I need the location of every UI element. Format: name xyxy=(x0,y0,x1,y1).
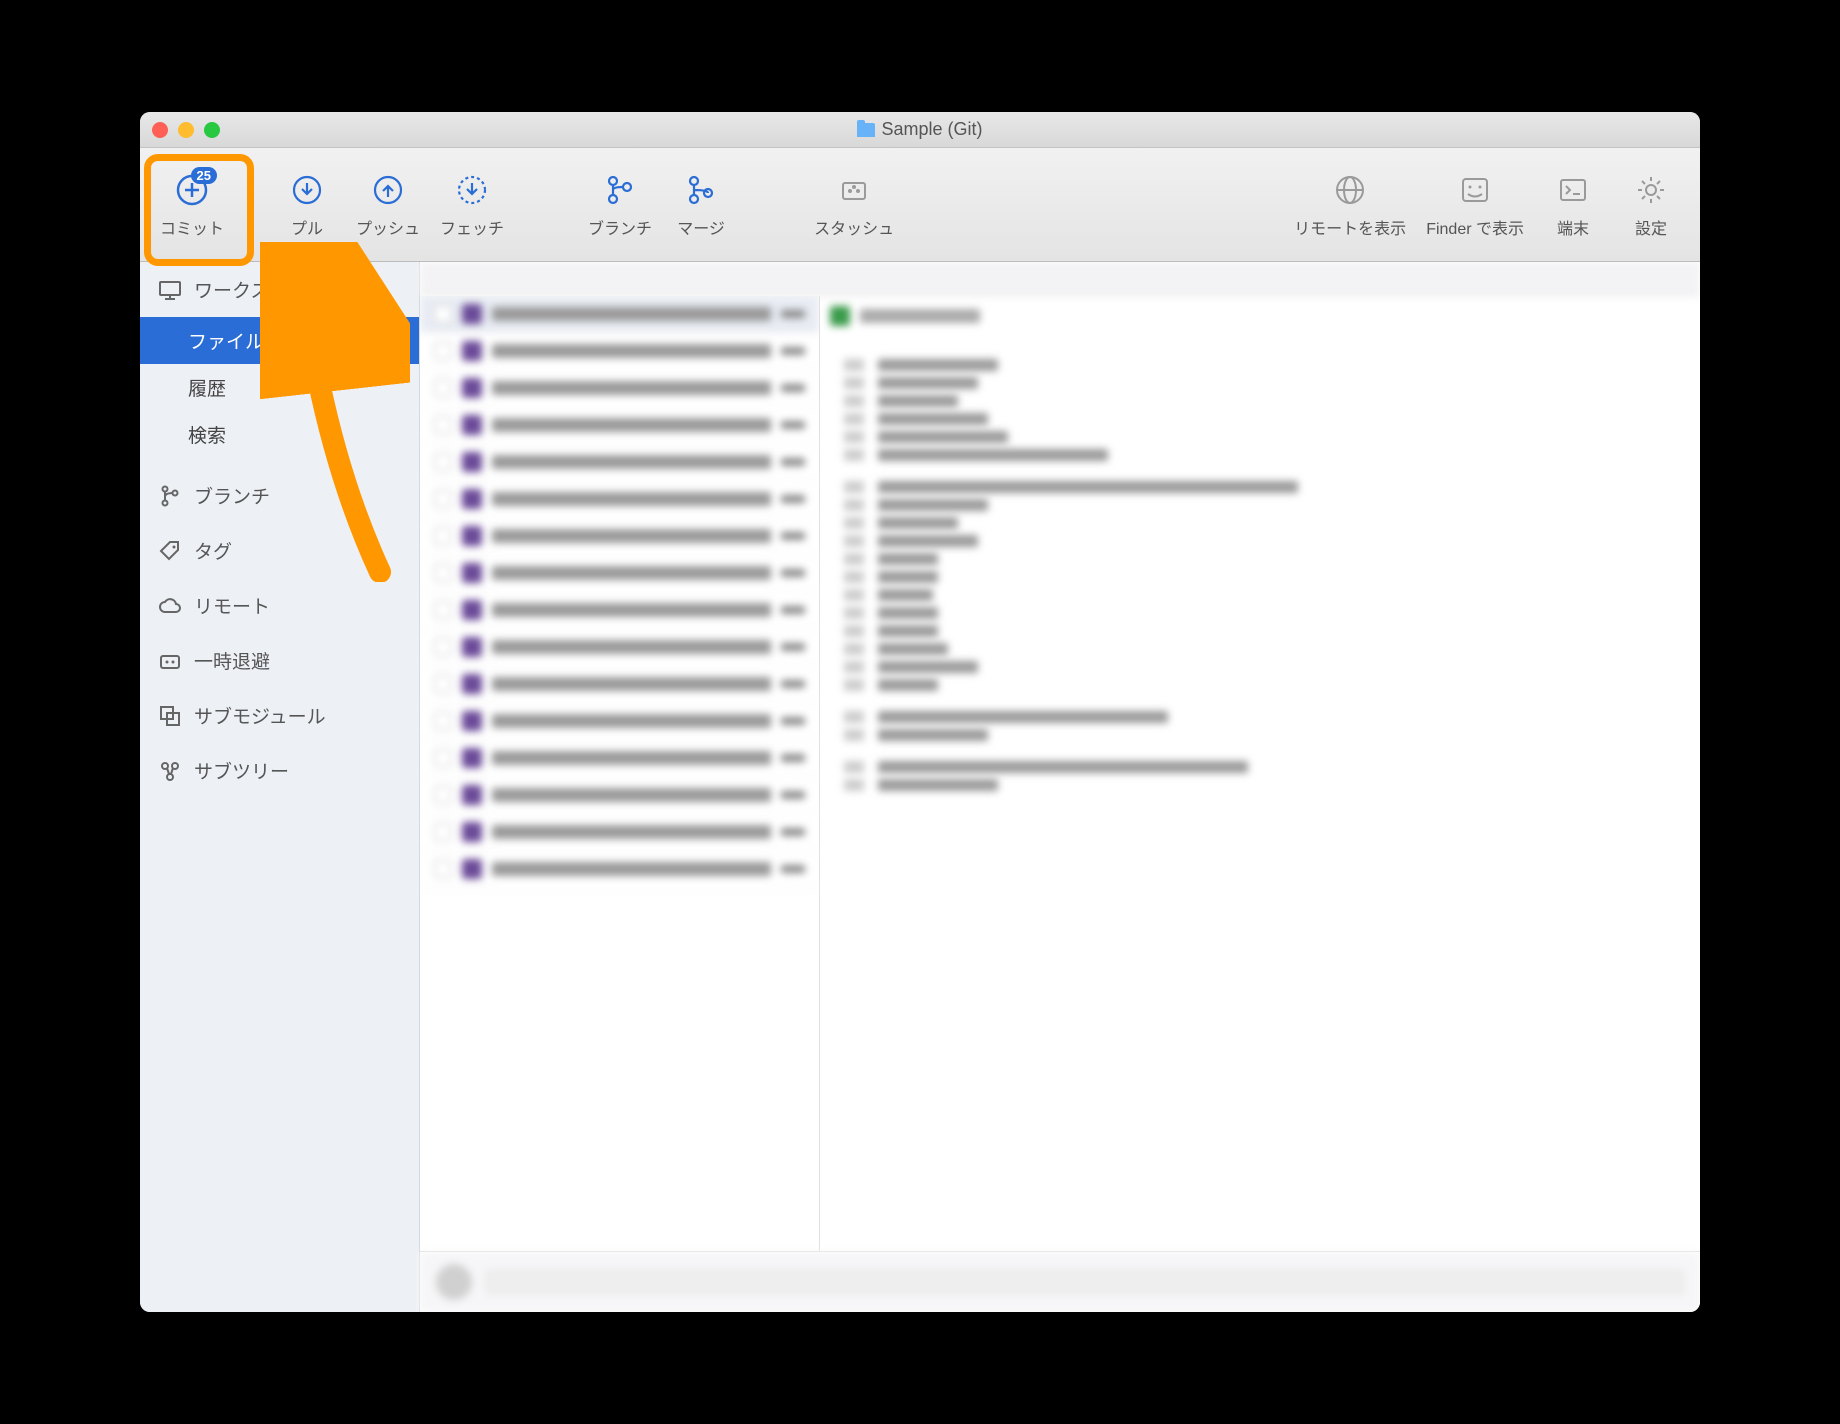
file-item[interactable] xyxy=(420,370,819,407)
merge-button[interactable]: マージ xyxy=(666,167,736,243)
sidebar-search[interactable]: 検索 xyxy=(140,411,419,458)
app-window: Sample (Git) 25 コミット プル プッシュ xyxy=(140,112,1700,1312)
sidebar: ワークスペース ファイルステ… 履歴 検索 ブランチ タグ xyxy=(140,262,420,1312)
close-window-button[interactable] xyxy=(152,122,168,138)
branch-icon xyxy=(158,484,182,508)
file-header-row xyxy=(420,262,1700,296)
body: ワークスペース ファイルステ… 履歴 検索 ブランチ タグ xyxy=(140,262,1700,1312)
file-item[interactable] xyxy=(420,555,819,592)
window-title-text: Sample (Git) xyxy=(881,119,982,140)
file-item[interactable] xyxy=(420,851,819,888)
gear-icon xyxy=(1632,171,1670,209)
commit-message-bar xyxy=(420,1252,1700,1312)
fetch-icon xyxy=(453,171,491,209)
file-item[interactable] xyxy=(420,740,819,777)
settings-label: 設定 xyxy=(1635,215,1667,239)
diff-panel xyxy=(820,296,1700,1251)
submodule-icon xyxy=(158,704,182,728)
zoom-window-button[interactable] xyxy=(204,122,220,138)
sidebar-tags[interactable]: タグ xyxy=(140,523,419,578)
subtree-icon xyxy=(158,759,182,783)
file-item[interactable] xyxy=(420,703,819,740)
stash-icon xyxy=(835,171,873,209)
submodules-label: サブモジュール xyxy=(194,702,326,729)
push-icon xyxy=(369,171,407,209)
file-item[interactable] xyxy=(420,518,819,555)
stash-label: スタッシュ xyxy=(814,215,894,239)
remotes-label: リモート xyxy=(194,592,270,619)
main-panel xyxy=(420,262,1700,1312)
tags-label: タグ xyxy=(194,537,232,564)
terminal-label: 端末 xyxy=(1557,215,1589,239)
sidebar-file-status[interactable]: ファイルステ… xyxy=(140,317,419,364)
sidebar-stashes[interactable]: 一時退避 xyxy=(140,633,419,688)
globe-icon xyxy=(1331,171,1369,209)
stash-button[interactable]: スタッシュ xyxy=(808,167,900,243)
file-item[interactable] xyxy=(420,481,819,518)
branch-button[interactable]: ブランチ xyxy=(582,167,658,243)
finder-icon xyxy=(1456,171,1494,209)
file-item[interactable] xyxy=(420,777,819,814)
file-item[interactable] xyxy=(420,814,819,851)
file-item[interactable] xyxy=(420,296,819,333)
user-avatar xyxy=(436,1264,472,1300)
file-list xyxy=(420,296,820,1251)
terminal-icon xyxy=(1554,171,1592,209)
cloud-icon xyxy=(158,594,182,618)
sidebar-history[interactable]: 履歴 xyxy=(140,364,419,411)
branch-icon xyxy=(601,171,639,209)
merge-label: マージ xyxy=(677,215,725,239)
window-controls xyxy=(152,122,220,138)
folder-icon xyxy=(857,123,875,137)
diff-header xyxy=(830,306,1690,326)
file-item[interactable] xyxy=(420,333,819,370)
titlebar: Sample (Git) xyxy=(140,112,1700,148)
sidebar-remotes[interactable]: リモート xyxy=(140,578,419,633)
show-finder-label: Finder で表示 xyxy=(1426,215,1524,239)
stashes-label: 一時退避 xyxy=(194,647,270,674)
push-button[interactable]: プッシュ xyxy=(350,167,426,243)
terminal-button[interactable]: 端末 xyxy=(1538,167,1608,243)
commit-icon: 25 xyxy=(173,171,211,209)
fetch-button[interactable]: フェッチ xyxy=(434,167,510,243)
show-finder-button[interactable]: Finder で表示 xyxy=(1420,167,1530,243)
branches-label: ブランチ xyxy=(194,482,270,509)
push-label: プッシュ xyxy=(356,215,420,239)
file-item[interactable] xyxy=(420,592,819,629)
content-row xyxy=(420,296,1700,1252)
sidebar-subtrees[interactable]: サブツリー xyxy=(140,743,419,798)
stash-icon xyxy=(158,649,182,673)
sidebar-workspace[interactable]: ワークスペース xyxy=(140,262,419,317)
branch-label: ブランチ xyxy=(588,215,652,239)
file-item[interactable] xyxy=(420,666,819,703)
commit-message-input[interactable] xyxy=(486,1270,1684,1294)
file-item[interactable] xyxy=(420,407,819,444)
toolbar: 25 コミット プル プッシュ フェッチ xyxy=(140,148,1700,262)
sidebar-branches[interactable]: ブランチ xyxy=(140,468,419,523)
tag-icon xyxy=(158,539,182,563)
subtrees-label: サブツリー xyxy=(194,757,289,784)
commit-label: コミット xyxy=(160,215,224,239)
minimize-window-button[interactable] xyxy=(178,122,194,138)
pull-icon xyxy=(288,171,326,209)
show-remote-label: リモートを表示 xyxy=(1294,215,1406,239)
workspace-icon xyxy=(158,278,182,302)
file-item[interactable] xyxy=(420,444,819,481)
commit-count-badge: 25 xyxy=(191,167,217,184)
pull-button[interactable]: プル xyxy=(272,167,342,243)
settings-button[interactable]: 設定 xyxy=(1616,167,1686,243)
sidebar-submodules[interactable]: サブモジュール xyxy=(140,688,419,743)
merge-icon xyxy=(682,171,720,209)
workspace-label: ワークスペース xyxy=(194,276,324,303)
file-item[interactable] xyxy=(420,629,819,666)
show-remote-button[interactable]: リモートを表示 xyxy=(1288,167,1412,243)
fetch-label: フェッチ xyxy=(440,215,504,239)
window-title: Sample (Git) xyxy=(140,119,1700,140)
commit-button[interactable]: 25 コミット xyxy=(154,167,230,243)
pull-label: プル xyxy=(291,215,323,239)
